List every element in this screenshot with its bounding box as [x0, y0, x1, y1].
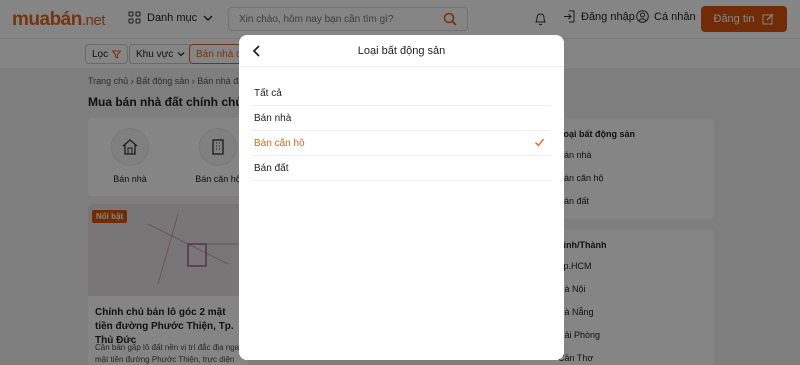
modal-header: Loại bất động sản [239, 35, 564, 67]
checkmark-icon [535, 138, 545, 147]
option-all[interactable]: Tất cả [251, 81, 551, 106]
option-label: Bán nhà [254, 112, 292, 124]
option-label: Tất cả [254, 87, 282, 99]
option-label: Bán căn hộ [254, 137, 305, 149]
option-ban-dat[interactable]: Bán đất [251, 156, 551, 181]
option-ban-nha[interactable]: Bán nhà [251, 106, 551, 131]
modal-title: Loại bất động sản [357, 45, 446, 57]
option-label: Bán đất [254, 162, 289, 174]
option-ban-can-ho[interactable]: Bán căn hộ [251, 131, 551, 156]
property-type-modal: Loại bất động sản Tất cả Bán nhà Bán căn… [239, 35, 564, 360]
